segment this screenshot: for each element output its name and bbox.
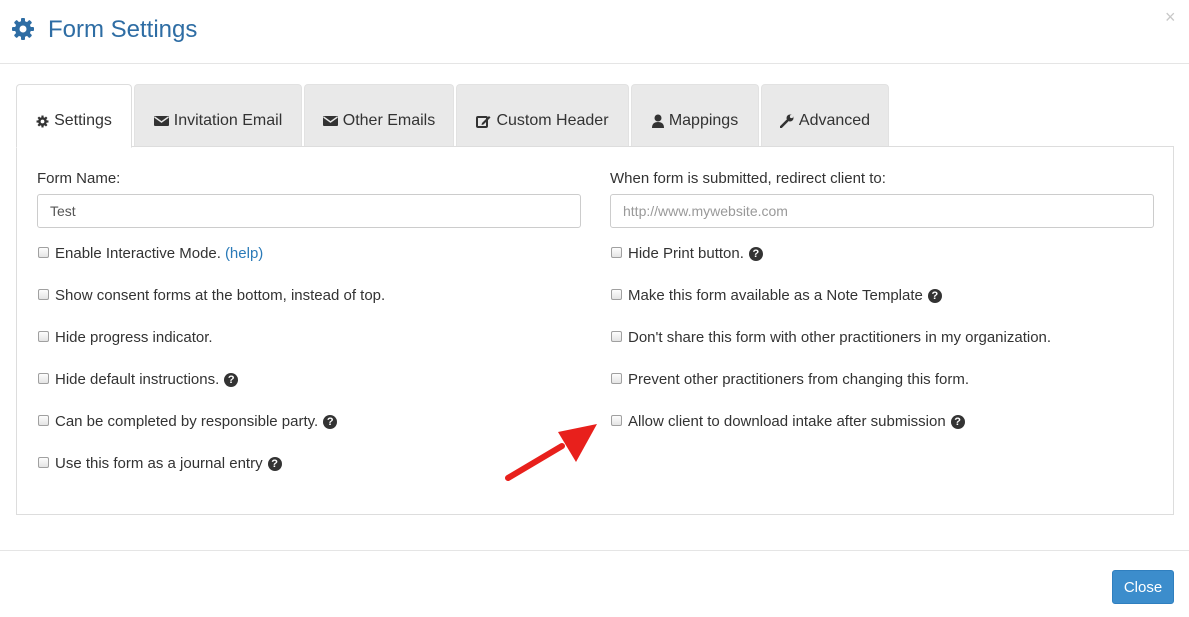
option-journal-entry: Use this form as a journal entry ?	[38, 455, 282, 473]
tab-custom-header[interactable]: Custom Header	[456, 84, 629, 147]
option-label: Show consent forms at the bottom, instea…	[55, 287, 386, 304]
option-label: Allow client to download intake after su…	[628, 413, 946, 430]
interactive-mode-checkbox[interactable]	[38, 246, 49, 258]
gear-icon	[36, 115, 49, 127]
hide-progress-checkbox[interactable]	[38, 330, 49, 342]
envelope-icon	[153, 116, 169, 126]
tab-label: Other Emails	[342, 112, 436, 129]
tab-label: Invitation Email	[173, 112, 283, 129]
envelope-icon	[322, 116, 338, 126]
hide-print-checkbox[interactable]	[611, 246, 622, 258]
option-label: Can be completed by responsible party.	[55, 413, 319, 430]
option-label: Prevent other practitioners from changin…	[628, 371, 969, 388]
user-icon	[651, 114, 664, 128]
option-hide-instructions: Hide default instructions. ?	[38, 371, 239, 389]
form-name-input[interactable]	[37, 194, 581, 228]
redirect-label: When form is submitted, redirect client …	[610, 170, 886, 187]
redirect-url-input[interactable]	[610, 194, 1154, 228]
option-dont-share: Don't share this form with other practit…	[611, 329, 1051, 347]
tab-other-emails[interactable]: Other Emails	[304, 84, 454, 147]
modal-footer	[0, 550, 1189, 617]
option-responsible-party: Can be completed by responsible party. ?	[38, 413, 338, 431]
option-hide-progress: Hide progress indicator.	[38, 329, 213, 347]
tab-invitation-email[interactable]: Invitation Email	[134, 84, 302, 147]
close-icon[interactable]: ×	[1165, 8, 1176, 26]
tab-label: Custom Header	[496, 112, 609, 129]
tab-bar: Settings Invitation Email Other Emails C…	[16, 84, 891, 148]
option-label: Use this form as a journal entry	[55, 455, 263, 472]
wrench-icon	[779, 114, 794, 128]
question-circle-icon[interactable]: ?	[224, 373, 239, 387]
option-hide-print: Hide Print button. ?	[611, 245, 763, 263]
responsible-party-checkbox[interactable]	[38, 414, 49, 426]
tab-advanced[interactable]: Advanced	[761, 84, 889, 147]
option-note-template: Make this form available as a Note Templ…	[611, 287, 942, 305]
form-name-label: Form Name:	[37, 170, 121, 187]
question-circle-icon[interactable]: ?	[927, 289, 942, 303]
tab-mappings[interactable]: Mappings	[631, 84, 759, 147]
option-label: Hide Print button.	[628, 245, 744, 262]
option-prevent-changes: Prevent other practitioners from changin…	[611, 371, 969, 389]
allow-download-checkbox[interactable]	[611, 414, 622, 426]
dont-share-checkbox[interactable]	[611, 330, 622, 342]
question-circle-icon[interactable]: ?	[267, 457, 282, 471]
option-label: Hide progress indicator.	[55, 329, 213, 346]
prevent-changes-checkbox[interactable]	[611, 372, 622, 384]
tab-label: Mappings	[668, 112, 739, 129]
help-link[interactable]: (help)	[225, 245, 263, 263]
question-circle-icon[interactable]: ?	[950, 415, 965, 429]
option-consent-bottom: Show consent forms at the bottom, instea…	[38, 287, 385, 305]
option-label: Make this form available as a Note Templ…	[628, 287, 923, 304]
close-button[interactable]: Close	[1112, 570, 1174, 604]
tab-settings[interactable]: Settings	[16, 84, 132, 148]
tab-label: Advanced	[798, 112, 871, 129]
question-circle-icon[interactable]: ?	[748, 247, 763, 261]
modal-title: Form Settings	[48, 16, 198, 43]
option-label: Hide default instructions.	[55, 371, 220, 388]
hide-instructions-checkbox[interactable]	[38, 372, 49, 384]
note-template-checkbox[interactable]	[611, 288, 622, 300]
option-allow-download: Allow client to download intake after su…	[611, 413, 965, 431]
modal-header: Form Settings ×	[0, 0, 1189, 64]
annotation-arrow-icon	[505, 424, 597, 481]
option-interactive-mode: Enable Interactive Mode. (help)	[38, 245, 263, 263]
edit-icon	[476, 116, 491, 128]
option-label: Don't share this form with other practit…	[628, 329, 1052, 346]
consent-bottom-checkbox[interactable]	[38, 288, 49, 300]
option-label: Enable Interactive Mode.	[55, 245, 221, 262]
question-circle-icon[interactable]: ?	[323, 415, 338, 429]
gear-icon	[12, 18, 34, 40]
journal-entry-checkbox[interactable]	[38, 456, 49, 468]
tab-label: Settings	[54, 112, 112, 129]
